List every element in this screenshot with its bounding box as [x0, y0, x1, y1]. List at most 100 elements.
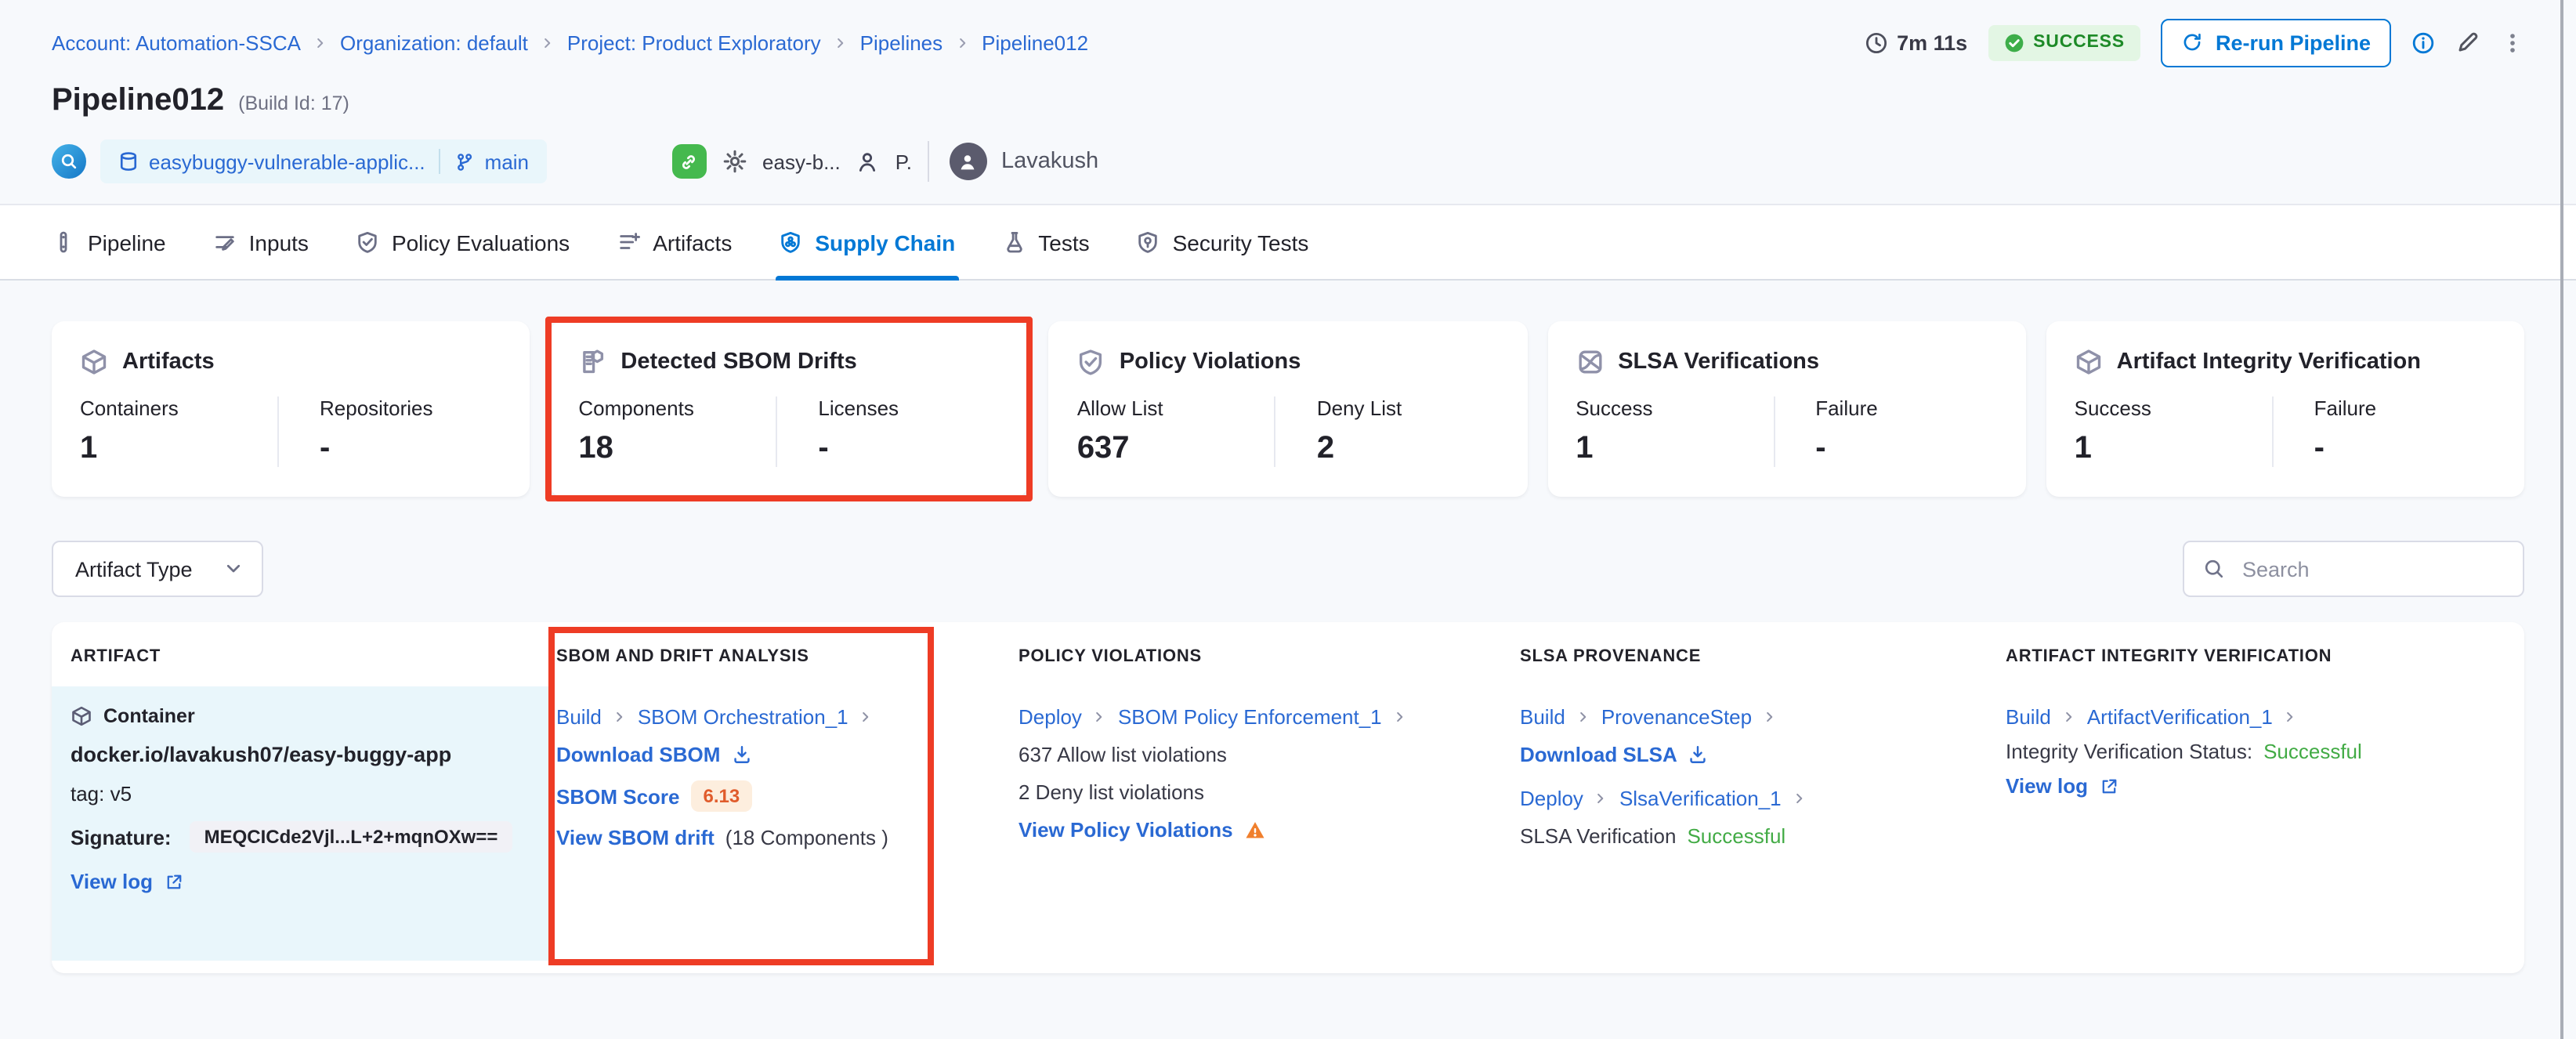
view-policy-violations-link[interactable]: View Policy Violations	[1018, 818, 1233, 842]
info-icon[interactable]	[2411, 31, 2435, 54]
external-link-icon	[2099, 777, 2118, 795]
card-sbom-drifts: Detected SBOM Drifts Components18 Licens…	[550, 321, 1028, 497]
column-header-artifact: ARTIFACT	[52, 647, 548, 666]
column-header-integrity: ARTIFACT INTEGRITY VERIFICATION	[1998, 647, 2524, 666]
tab-label: Artifacts	[653, 230, 732, 255]
artifact-cell: Container docker.io/lavakush07/easy-bugg…	[52, 686, 548, 961]
flask-icon	[1002, 230, 1026, 254]
breadcrumb-current[interactable]: Pipeline012	[982, 31, 1088, 54]
slsa-icon	[1576, 348, 1604, 376]
shield-check-icon	[1077, 348, 1105, 376]
step-link[interactable]: ArtifactVerification_1	[2087, 705, 2273, 729]
breadcrumb-project[interactable]: Project: Product Exploratory	[567, 31, 821, 54]
tab-security-tests[interactable]: Security Tests	[1137, 205, 1309, 279]
signature-label: Signature:	[71, 825, 172, 849]
download-slsa-link[interactable]: Download SLSA	[1520, 743, 1709, 766]
artifact-type-dropdown[interactable]: Artifact Type	[52, 541, 263, 597]
sbom-document-icon	[578, 348, 606, 376]
download-icon	[1688, 744, 1709, 765]
sbom-score-link[interactable]: SBOM Score	[556, 784, 680, 808]
chevron-right-icon	[313, 35, 327, 49]
breadcrumb-pipelines[interactable]: Pipelines	[860, 31, 943, 54]
kebab-menu-icon[interactable]	[2501, 31, 2524, 54]
search-input[interactable]	[2239, 556, 2504, 582]
view-log-link[interactable]: View log	[71, 870, 183, 893]
card-artifacts: Artifacts Containers1 Repositories-	[52, 321, 530, 497]
tab-label: Inputs	[249, 230, 309, 255]
stat-label: Failure	[2314, 396, 2496, 420]
inputs-icon	[213, 230, 237, 254]
step-link[interactable]: SBOM Policy Enforcement_1	[1118, 705, 1382, 729]
executor-name: Lavakush	[1001, 149, 1098, 174]
stage-link[interactable]: Deploy	[1520, 787, 1583, 810]
card-title: Artifacts	[122, 349, 215, 375]
filter-row: Artifact Type	[52, 541, 2524, 597]
card-slsa-verifications: SLSA Verifications Success1 Failure-	[1547, 321, 2025, 497]
search-box	[2183, 541, 2524, 597]
repo-name: easybuggy-vulnerable-applic...	[149, 150, 425, 173]
branch-link[interactable]: main	[455, 150, 529, 173]
policy-cell: Deploy SBOM Policy Enforcement_1 637 All…	[1011, 686, 1512, 961]
chevron-right-icon	[834, 35, 848, 49]
tab-label: Security Tests	[1173, 230, 1309, 255]
chevron-down-icon	[224, 559, 243, 578]
tab-label: Tests	[1038, 230, 1089, 255]
tab-supply-chain[interactable]: Supply Chain	[779, 205, 955, 279]
trigger-user: P.	[895, 150, 912, 173]
security-shield-icon	[1137, 230, 1160, 254]
avatar	[950, 143, 987, 180]
stage-link[interactable]: Build	[2006, 705, 2051, 729]
stage-link[interactable]: Build	[556, 705, 602, 729]
deny-list-violations: 2 Deny list violations	[1018, 780, 1204, 804]
stat-value: 1	[80, 431, 277, 467]
edit-pencil-icon[interactable]	[2455, 30, 2480, 55]
stat-value: -	[818, 431, 1000, 467]
stat-value: -	[1815, 431, 1997, 467]
tab-inputs[interactable]: Inputs	[213, 205, 309, 279]
card-title: SLSA Verifications	[1618, 349, 1819, 375]
view-sbom-drift-link[interactable]: View SBOM drift	[556, 826, 715, 849]
breadcrumb-account[interactable]: Account: Automation-SSCA	[52, 31, 301, 54]
warning-triangle-icon	[1244, 819, 1266, 841]
tab-policy-evaluations[interactable]: Policy Evaluations	[356, 205, 570, 279]
tab-pipeline[interactable]: Pipeline	[52, 205, 166, 279]
integrity-status-value: Successful	[2263, 740, 2362, 763]
allow-list-violations: 637 Allow list violations	[1018, 743, 1227, 766]
integrity-status-label: Integrity Verification Status:	[2006, 740, 2252, 763]
tab-label: Supply Chain	[815, 230, 955, 255]
execution-tabs: Pipeline Inputs Policy Evaluations Artif…	[0, 204, 2576, 281]
repo-link[interactable]: easybuggy-vulnerable-applic...	[118, 150, 425, 173]
shield-check-icon	[356, 230, 379, 254]
column-header-policy: POLICY VIOLATIONS	[1011, 647, 1512, 666]
view-log-link[interactable]: View log	[2006, 774, 2118, 798]
step-link[interactable]: ProvenanceStep	[1601, 705, 1752, 729]
repo-pill: easybuggy-vulnerable-applic... main	[100, 139, 546, 183]
tab-tests[interactable]: Tests	[1002, 205, 1089, 279]
tab-artifacts[interactable]: Artifacts	[617, 205, 732, 279]
stat-label: Deny List	[1317, 396, 1499, 420]
trigger-user-icon	[856, 150, 880, 173]
stage-link[interactable]: Build	[1520, 705, 1565, 729]
stat-label: Containers	[80, 396, 277, 420]
stage-link[interactable]: Deploy	[1018, 705, 1082, 729]
scrollbar[interactable]	[2560, 0, 2563, 1039]
summary-cards: Artifacts Containers1 Repositories- Dete…	[52, 321, 2524, 497]
stat-value: -	[320, 431, 501, 467]
page-title: Pipeline012	[52, 83, 224, 119]
list-plus-icon	[617, 230, 640, 254]
clock-icon	[1864, 31, 1887, 54]
column-header-slsa: SLSA PROVENANCE	[1512, 647, 1998, 666]
download-sbom-link[interactable]: Download SBOM	[556, 743, 751, 766]
refresh-icon	[2181, 31, 2203, 53]
chevron-right-icon	[1093, 710, 1107, 724]
step-link[interactable]: SlsaVerification_1	[1619, 787, 1782, 810]
card-policy-violations: Policy Violations Allow List637 Deny Lis…	[1049, 321, 1527, 497]
repository-icon	[118, 150, 139, 172]
chevron-right-icon	[859, 710, 874, 724]
chevron-right-icon	[1576, 710, 1590, 724]
breadcrumb-organization[interactable]: Organization: default	[340, 31, 528, 54]
artifact-type-label: Artifact Type	[75, 557, 193, 581]
step-link[interactable]: SBOM Orchestration_1	[638, 705, 848, 729]
view-log-label: View log	[71, 870, 153, 893]
rerun-pipeline-button[interactable]: Re-run Pipeline	[2161, 18, 2391, 67]
